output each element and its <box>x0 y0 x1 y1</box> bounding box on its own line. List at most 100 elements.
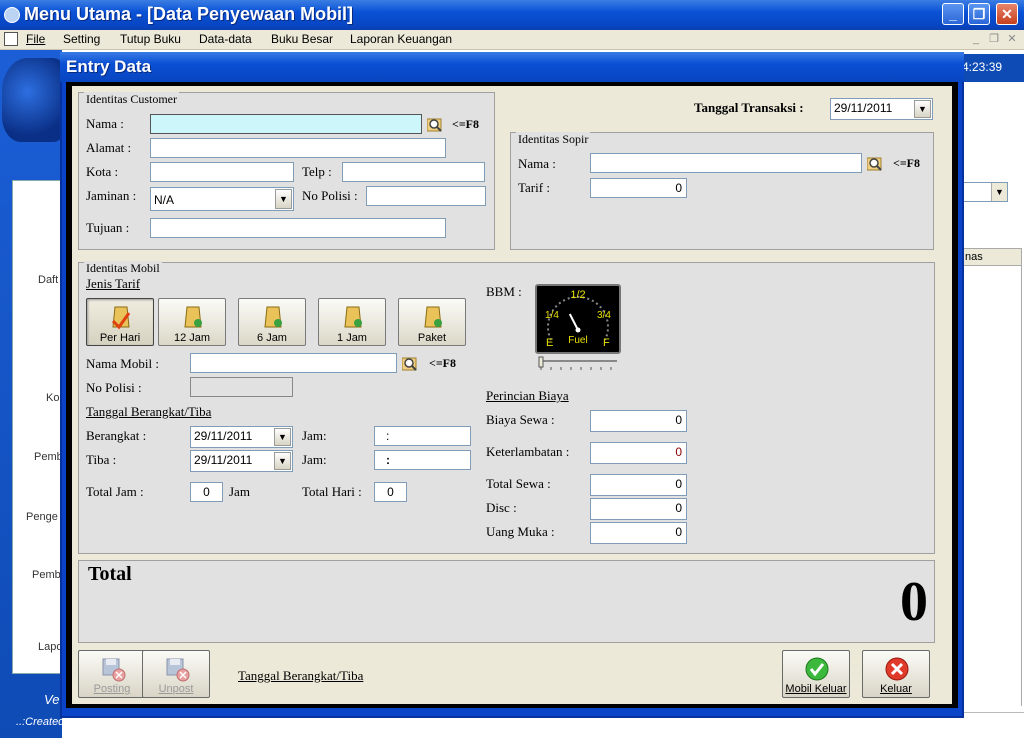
jam-berangkat-input[interactable]: : <box>374 426 471 446</box>
sopir-search-icon[interactable] <box>867 156 883 172</box>
money-bag-user-icon <box>264 306 282 328</box>
total-value: 0 <box>900 571 928 633</box>
gauge-three-quarter-text: 3/4 <box>597 310 611 321</box>
customer-jaminan-label: Jaminan : <box>86 188 137 203</box>
jam-berangkat-label: Jam: <box>302 428 327 443</box>
tiba-label: Tiba : <box>86 452 117 467</box>
customer-tujuan-input[interactable] <box>150 218 446 238</box>
uang-muka-input[interactable]: 0 <box>590 522 687 544</box>
customer-f8-hint: <=F8 <box>452 117 480 131</box>
nama-mobil-input[interactable] <box>190 353 397 373</box>
mobil-search-icon[interactable] <box>402 356 418 372</box>
calendar-dropdown-icon[interactable]: ▼ <box>914 100 931 118</box>
tarif-12-jam-button[interactable]: 12 Jam <box>158 298 226 346</box>
mobil-nopolisi-label: No Polisi : <box>86 380 142 395</box>
customer-nama-input[interactable] <box>150 114 422 134</box>
customer-alamat-label: Alamat : <box>86 140 132 155</box>
customer-kota-input[interactable] <box>150 162 294 182</box>
posting-disk-icon <box>102 658 126 682</box>
customer-kota-label: Kota : <box>86 164 119 179</box>
background-menu-panel <box>12 180 62 674</box>
slider-track-icon <box>538 356 617 370</box>
berangkat-date-picker[interactable]: 29/11/2011 ▼ <box>190 426 293 448</box>
keterlambatan-input[interactable]: 0 <box>590 442 687 464</box>
bg-label-pemb-1: Pemb <box>34 451 63 463</box>
close-button[interactable]: ✕ <box>996 3 1018 25</box>
tarif-6-jam-button[interactable]: 6 Jam <box>238 298 306 346</box>
mdi-restore-icon[interactable]: ❐ <box>986 32 1002 46</box>
mdi-close-icon[interactable]: ✕ <box>1004 32 1020 46</box>
background-combo[interactable]: ▼ <box>962 182 1008 202</box>
chevron-down-icon[interactable]: ▼ <box>991 183 1007 201</box>
posting-button[interactable]: Posting <box>78 650 146 698</box>
tarif-12-jam-label: 12 Jam <box>173 332 211 344</box>
sopir-tarif-input[interactable]: 0 <box>590 178 687 198</box>
fuel-slider[interactable] <box>535 356 621 372</box>
keluar-button[interactable]: Keluar <box>862 650 930 698</box>
disc-input[interactable]: 0 <box>590 498 687 520</box>
minimize-button[interactable]: _ <box>942 3 964 25</box>
menu-tutup-buku[interactable]: Tutup Buku <box>120 32 181 46</box>
check-circle-icon <box>805 657 829 681</box>
total-hari-input[interactable]: 0 <box>374 482 407 502</box>
total-jam-input[interactable]: 0 <box>190 482 223 502</box>
gauge-full-text: F <box>603 337 610 349</box>
menu-data-data[interactable]: Data-data <box>199 32 252 46</box>
maximize-button[interactable]: ❐ <box>968 3 990 25</box>
total-sewa-label: Total Sewa : <box>486 476 551 491</box>
tarif-per-hari-button[interactable]: Per Hari <box>86 298 154 346</box>
mobil-keluar-label: Mobil Keluar <box>785 683 847 695</box>
sopir-group <box>510 132 934 250</box>
total-hari-label: Total Hari : <box>302 484 362 499</box>
customer-jaminan-select[interactable]: N/A ▼ <box>150 187 294 211</box>
unpost-button[interactable]: Unpost <box>142 650 210 698</box>
sopir-group-title: Identitas Sopir <box>516 132 591 147</box>
uang-muka-label: Uang Muka : <box>486 524 555 539</box>
unpost-label: Unpost <box>158 683 194 695</box>
jam-tiba-input[interactable]: : <box>374 450 471 470</box>
menu-laporan-keuangan[interactable]: Laporan Keuangan <box>350 32 452 46</box>
chevron-down-icon[interactable]: ▼ <box>275 189 292 209</box>
calendar-dropdown-icon[interactable]: ▼ <box>274 428 291 446</box>
bg-label-daftar: Daft <box>38 274 59 286</box>
mdi-child-icon[interactable] <box>4 32 18 46</box>
tarif-per-hari-label: Per Hari <box>99 332 141 344</box>
total-sewa-input[interactable]: 0 <box>590 474 687 496</box>
menu-buku-besar[interactable]: Buku Besar <box>271 32 333 46</box>
tarif-1-jam-button[interactable]: 1 Jam <box>318 298 386 346</box>
customer-alamat-input[interactable] <box>150 138 446 158</box>
sopir-nama-input[interactable] <box>590 153 862 173</box>
bg-label-pemb-2: Pemb <box>32 569 61 581</box>
customer-search-icon[interactable] <box>427 117 443 133</box>
jam-berangkat-value: : <box>386 429 390 443</box>
tiba-date-value: 29/11/2011 <box>194 453 253 467</box>
biaya-sewa-label: Biaya Sewa : <box>486 412 555 427</box>
dialog-title-bar: Entry Data <box>60 52 964 82</box>
biaya-sewa-input[interactable]: 0 <box>590 410 687 432</box>
customer-telp-input[interactable] <box>342 162 485 182</box>
customer-group-title: Identitas Customer <box>84 92 179 107</box>
money-bag-user-icon <box>344 306 362 328</box>
tarif-paket-button[interactable]: Paket <box>398 298 466 346</box>
menu-setting[interactable]: Setting <box>63 32 100 46</box>
mobil-keluar-button[interactable]: Mobil Keluar <box>782 650 850 698</box>
posting-label: Posting <box>93 683 131 695</box>
total-jam-unit: Jam <box>229 484 250 499</box>
tanggal-transaksi-picker[interactable]: 29/11/2011 ▼ <box>830 98 933 120</box>
tarif-paket-label: Paket <box>417 332 447 344</box>
mdi-minimize-icon[interactable]: _ <box>968 32 984 46</box>
customer-nopolisi-input[interactable] <box>366 186 486 206</box>
main-window-title: Menu Utama - [Data Penyewaan Mobil] <box>24 4 354 24</box>
customer-telp-label: Telp : <box>302 164 332 179</box>
menu-file[interactable]: File <box>26 32 45 46</box>
background-grid-header: nas <box>962 248 1022 266</box>
money-bag-user-icon <box>424 306 442 328</box>
status-text: Tanggal Berangkat/Tiba <box>238 668 364 683</box>
calendar-dropdown-icon[interactable]: ▼ <box>274 452 291 470</box>
gauge-hub <box>575 327 581 333</box>
disc-label: Disc : <box>486 500 517 515</box>
fuel-gauge-dial-icon: 1/2 1/4 3/4 E F Fuel <box>545 289 611 349</box>
unpost-disk-icon <box>166 658 190 682</box>
tiba-date-picker[interactable]: 29/11/2011 ▼ <box>190 450 293 472</box>
sopir-nama-label: Nama : <box>518 156 556 171</box>
